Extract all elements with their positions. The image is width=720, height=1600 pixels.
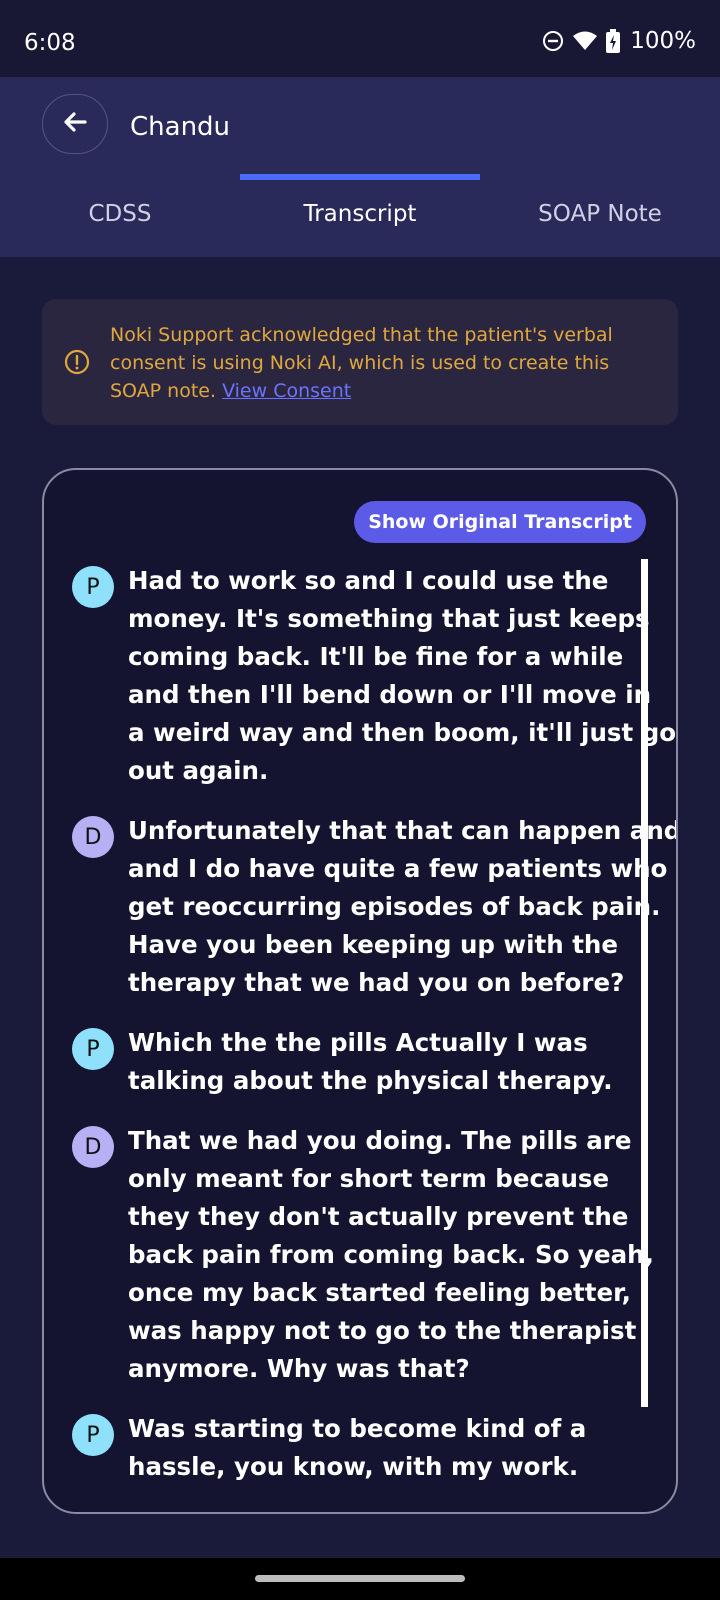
- tab-bar: CDSS Transcript SOAP Note: [0, 189, 720, 257]
- consent-banner: Noki Support acknowledged that the patie…: [42, 299, 678, 425]
- message-line: therapy that we had you on before?: [128, 968, 625, 997]
- patient-avatar: P: [72, 1028, 114, 1070]
- message-line: coming back. It'll be fine for a while: [128, 642, 624, 671]
- consent-message: Noki Support acknowledged that the patie…: [110, 321, 655, 405]
- message-line: they they don't actually prevent the: [128, 1202, 629, 1231]
- message-text: Was starting to become kind of a hassle, …: [128, 1410, 586, 1486]
- message-text: Had to work so and I could use the money.…: [128, 562, 676, 790]
- message-line: and I do have quite a few patients who: [128, 854, 668, 883]
- active-tab-indicator: [240, 174, 480, 180]
- do-not-disturb-icon: [542, 30, 564, 52]
- message-line: That we had you doing. The pills are: [128, 1126, 632, 1155]
- message-text: That we had you doing. The pills are only…: [128, 1122, 654, 1388]
- message-line: once my back started feeling better, I: [128, 1278, 649, 1307]
- arrow-left-icon: [61, 108, 89, 140]
- transcript-message: D That we had you doing. The pills are onl…: [72, 1122, 654, 1388]
- battery-level: 100%: [630, 28, 696, 54]
- message-text: Unfortunately that that can happen and an…: [128, 812, 678, 1002]
- message-line: get reoccurring episodes of back pain.: [128, 892, 661, 921]
- transcript-message: P Was starting to become kind of a hassle,…: [72, 1410, 632, 1486]
- transcript-message: P Which the the pills Actually I was talki…: [72, 1024, 632, 1100]
- consent-text: Noki Support acknowledged that the patie…: [110, 324, 613, 402]
- tab-transcript[interactable]: Transcript: [240, 189, 480, 257]
- status-time: 6:08: [24, 30, 76, 56]
- message-line: anymore. Why was that?: [128, 1354, 470, 1383]
- back-button[interactable]: [42, 94, 108, 154]
- message-line: hassle, you know, with my work.: [128, 1452, 579, 1481]
- battery-charging-icon: [606, 29, 621, 53]
- message-line: money. It's something that just keeps: [128, 604, 650, 633]
- home-gesture-handle[interactable]: [255, 1575, 465, 1582]
- doctor-avatar: D: [72, 1126, 114, 1168]
- transcript-card: Show Original Transcript P Had to work so…: [42, 468, 678, 1514]
- message-line: a weird way and then boom, it'll just go: [128, 718, 677, 747]
- status-bar: 6:08 100%: [0, 0, 720, 77]
- tab-cdss[interactable]: CDSS: [0, 189, 240, 257]
- message-line: back pain from coming back. So yeah,: [128, 1240, 654, 1269]
- transcript-message: D Unfortunately that that can happen and a…: [72, 812, 676, 1002]
- page-title: Chandu: [130, 112, 231, 142]
- patient-avatar: P: [72, 1414, 114, 1456]
- transcript-messages: P Had to work so and I could use the money…: [72, 562, 676, 1508]
- doctor-avatar: D: [72, 816, 114, 858]
- message-line: Have you been keeping up with the: [128, 930, 618, 959]
- header: Chandu CDSS Transcript SOAP Note: [0, 77, 720, 257]
- message-line: out again.: [128, 756, 269, 785]
- message-line: talking about the physical therapy.: [128, 1066, 613, 1095]
- status-icons: 100%: [542, 28, 696, 54]
- message-line: was happy not to go to the therapist: [128, 1316, 637, 1345]
- show-original-transcript-button[interactable]: Show Original Transcript: [354, 501, 646, 543]
- message-text: Which the the pills Actually I was talkin…: [128, 1024, 613, 1100]
- system-nav-bar: [0, 1558, 720, 1600]
- view-consent-link[interactable]: View Consent: [222, 380, 351, 402]
- message-line: Unfortunately that that can happen and: [128, 816, 678, 845]
- transcript-message: P Had to work so and I could use the money…: [72, 562, 676, 790]
- message-line: Was starting to become kind of a: [128, 1414, 587, 1443]
- info-circle-icon: [64, 349, 90, 379]
- message-line: only meant for short term because: [128, 1164, 610, 1193]
- message-line: Which the the pills Actually I was: [128, 1028, 588, 1057]
- tab-soap-note[interactable]: SOAP Note: [480, 189, 720, 257]
- patient-avatar: P: [72, 566, 114, 608]
- message-line: Had to work so and I could use the: [128, 566, 609, 595]
- wifi-icon: [572, 30, 598, 52]
- message-line: and then I'll bend down or I'll move in: [128, 680, 652, 709]
